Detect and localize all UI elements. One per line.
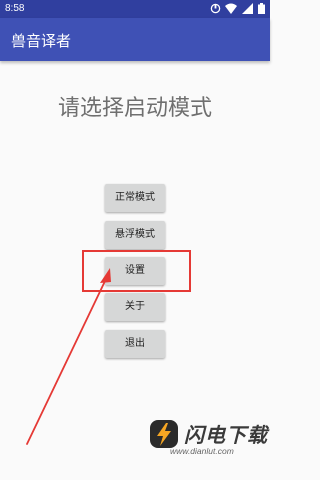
floating-mode-button[interactable]: 悬浮模式 <box>105 221 165 249</box>
status-bar: 8:58 <box>0 0 270 18</box>
signal-icon <box>242 3 254 14</box>
watermark-name: 闪电下载 <box>184 423 268 447</box>
normal-mode-button[interactable]: 正常模式 <box>105 184 165 212</box>
about-button[interactable]: 关于 <box>105 293 165 321</box>
app-title: 兽音译者 <box>11 32 72 50</box>
mode-prompt: 请选择启动模式 <box>57 96 212 121</box>
sync-icon <box>210 3 220 14</box>
settings-button[interactable]: 设置 <box>105 257 165 285</box>
status-time: 8:58 <box>5 3 25 14</box>
exit-button[interactable]: 退出 <box>105 330 165 358</box>
wifi-icon <box>225 3 238 14</box>
watermark: 闪电下载 www.dianlut.com <box>148 414 268 466</box>
watermark-url: www.dianlut.com <box>170 446 234 456</box>
status-icons <box>208 3 265 15</box>
battery-icon <box>258 3 265 14</box>
app-bar: 兽音译者 <box>0 18 270 61</box>
